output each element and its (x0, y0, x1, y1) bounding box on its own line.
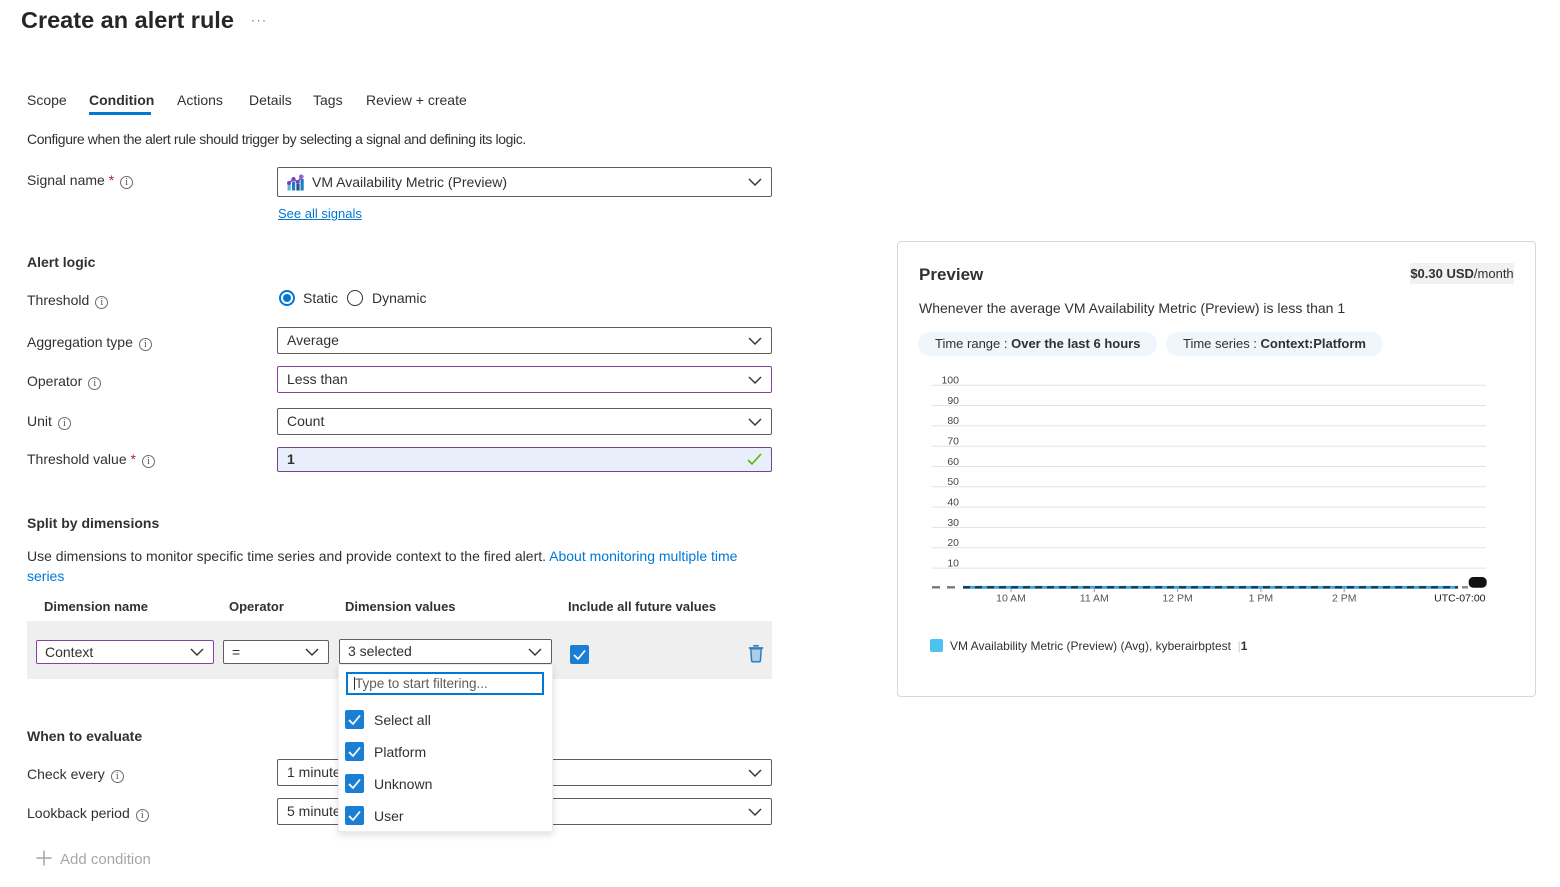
svg-text:1 PM: 1 PM (1249, 592, 1274, 604)
svg-text:UTC-07:00: UTC-07:00 (1434, 592, 1486, 604)
svg-text:12 PM: 12 PM (1162, 592, 1192, 604)
svg-text:10 AM: 10 AM (996, 592, 1026, 604)
svg-text:2 PM: 2 PM (1332, 592, 1357, 604)
svg-text:11 AM: 11 AM (1080, 592, 1109, 604)
